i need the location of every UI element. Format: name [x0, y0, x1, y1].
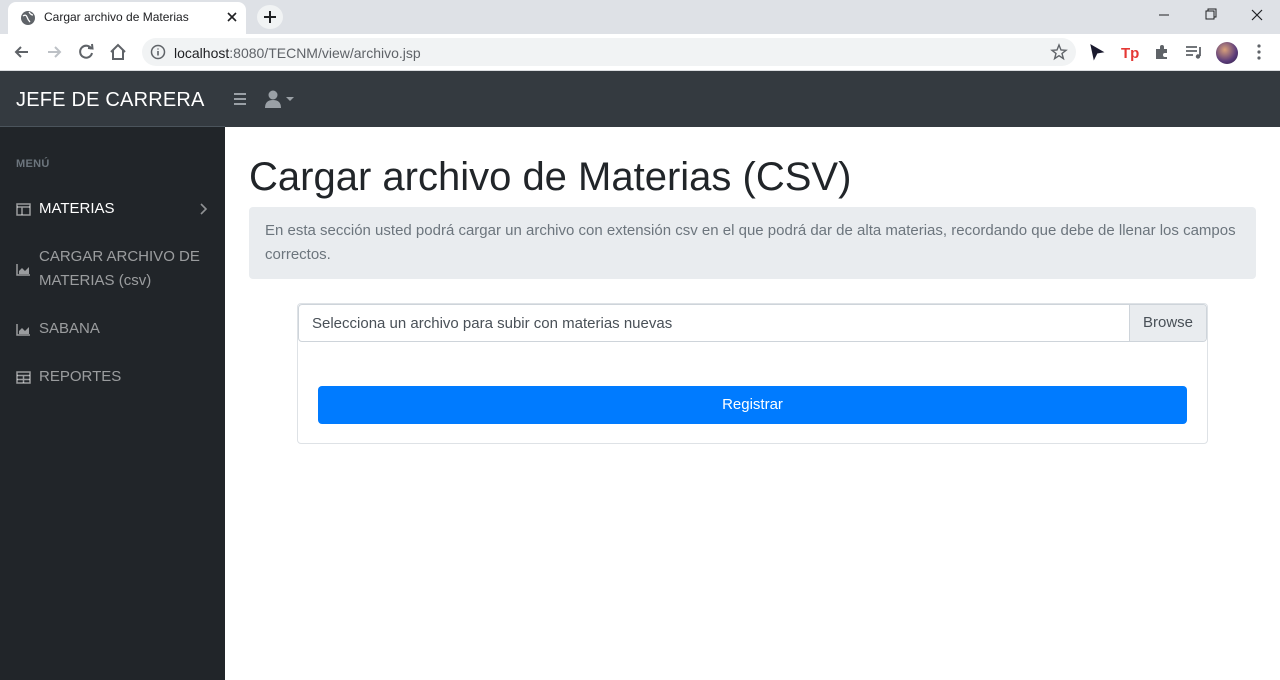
- chart-area-icon: [16, 324, 30, 336]
- chart-area-icon: [16, 264, 30, 276]
- sidebar: MENÚ MATERIAS CARGAR ARCHIVO DE MATERIAS…: [0, 127, 225, 680]
- bookmark-star-icon[interactable]: [1050, 43, 1068, 61]
- brand[interactable]: JEFE DE CARRERA: [0, 71, 225, 127]
- sidebar-item-materias[interactable]: MATERIAS: [0, 197, 225, 221]
- restore-icon[interactable]: [1187, 0, 1233, 30]
- file-input[interactable]: Selecciona un archivo para subir con mat…: [298, 304, 1207, 342]
- forward-arrow-icon[interactable]: [43, 41, 65, 63]
- brand-title: JEFE DE CARRERA: [16, 89, 205, 111]
- browser-menu-icon[interactable]: [1249, 42, 1269, 62]
- sidebar-item-sabana[interactable]: SABANA: [0, 317, 225, 341]
- back-arrow-icon[interactable]: [11, 41, 33, 63]
- browser-tab-strip: Cargar archivo de Materias: [0, 0, 1280, 34]
- registrar-button[interactable]: Registrar: [318, 386, 1187, 424]
- url-text: localhost:8080/TECNM/view/archivo.jsp: [174, 45, 421, 61]
- browse-button[interactable]: Browse: [1129, 305, 1206, 341]
- new-tab-icon[interactable]: [257, 5, 283, 29]
- sidebar-item-reportes[interactable]: REPORTES: [0, 365, 225, 389]
- page-title: Cargar archivo de Materias (CSV): [249, 155, 852, 199]
- info-text: En esta sección usted podrá cargar un ar…: [265, 222, 1236, 263]
- sidebar-header: MENÚ: [16, 158, 50, 170]
- info-icon[interactable]: [150, 44, 166, 60]
- media-queue-icon[interactable]: [1184, 42, 1204, 62]
- sidebar-item-label: MATERIAS: [39, 200, 115, 217]
- user-dropdown-icon[interactable]: [264, 89, 300, 109]
- svg-text:Tp: Tp: [1121, 45, 1139, 62]
- cursor-extension-icon[interactable]: [1087, 42, 1107, 62]
- sidebar-item-label: CARGAR ARCHIVO DE MATERIAS (csv): [39, 248, 200, 289]
- main-content: Cargar archivo de Materias (CSV) En esta…: [225, 127, 1280, 680]
- upload-card: Selecciona un archivo para subir con mat…: [297, 303, 1208, 444]
- browser-toolbar: localhost:8080/TECNM/view/archivo.jsp Tp: [0, 34, 1280, 71]
- file-input-label: Selecciona un archivo para subir con mat…: [312, 315, 673, 332]
- minimize-icon[interactable]: [1141, 0, 1187, 30]
- chevron-right-icon: [200, 203, 208, 215]
- app-navbar: JEFE DE CARRERA: [0, 71, 1280, 127]
- sidebar-item-label: SABANA: [39, 320, 100, 337]
- home-icon[interactable]: [107, 41, 129, 63]
- extensions-puzzle-icon[interactable]: [1152, 42, 1172, 62]
- address-bar[interactable]: localhost:8080/TECNM/view/archivo.jsp: [142, 38, 1076, 66]
- sidebar-item-label: REPORTES: [39, 368, 122, 385]
- sidebar-item-cargar-archivo[interactable]: CARGAR ARCHIVO DE MATERIAS (csv): [0, 245, 225, 293]
- info-box: En esta sección usted podrá cargar un ar…: [249, 207, 1256, 279]
- close-window-icon[interactable]: [1234, 0, 1280, 30]
- reload-icon[interactable]: [75, 41, 97, 63]
- table-icon: [16, 371, 31, 384]
- profile-avatar[interactable]: [1216, 42, 1238, 64]
- globe-icon: [21, 11, 35, 25]
- tab-title: Cargar archivo de Materias: [44, 10, 189, 24]
- tp-extension-icon[interactable]: Tp: [1120, 42, 1140, 62]
- table-columns-icon: [16, 203, 31, 216]
- close-tab-icon[interactable]: [224, 9, 240, 25]
- hamburger-menu-icon[interactable]: [232, 90, 248, 108]
- browser-tab[interactable]: Cargar archivo de Materias: [8, 2, 246, 34]
